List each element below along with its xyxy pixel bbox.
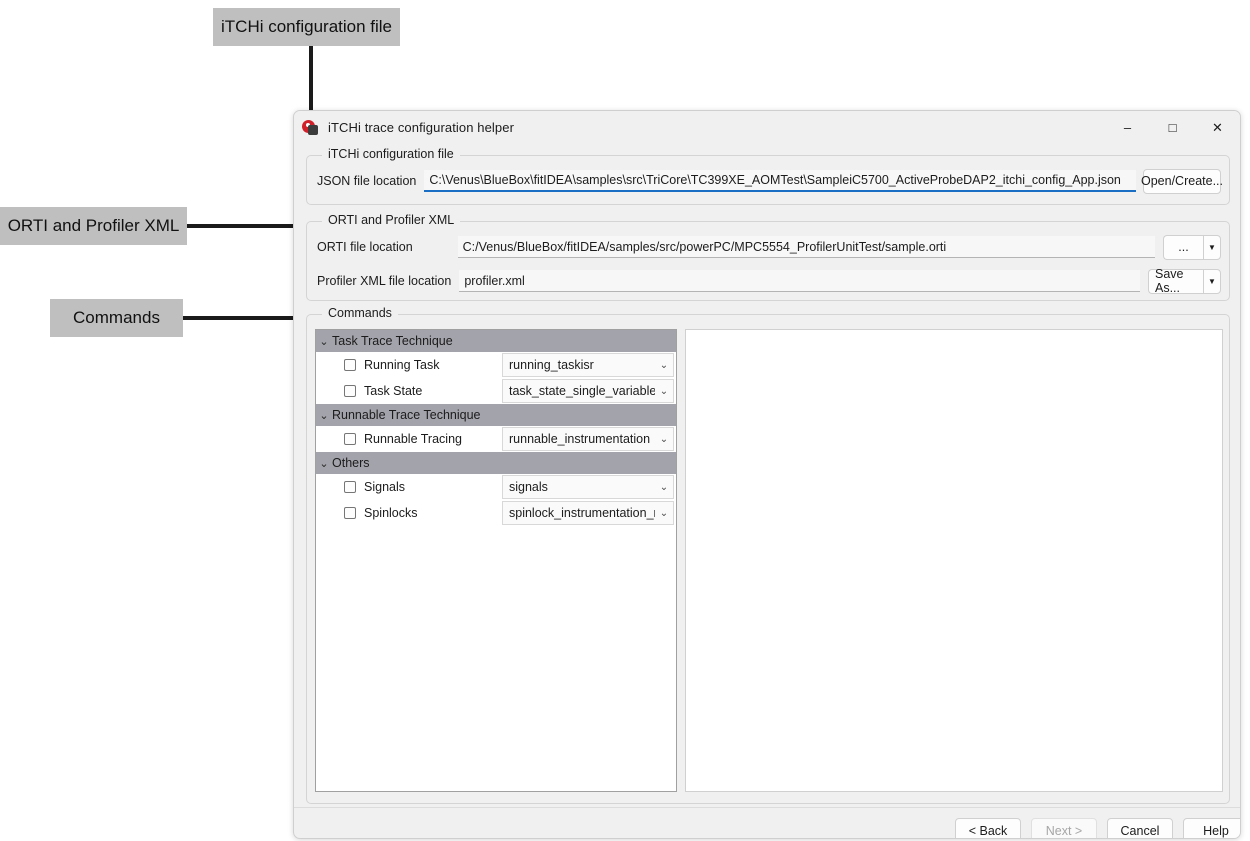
- tree-row[interactable]: Signals signals⌄: [316, 474, 676, 500]
- orti-file-row: ORTI file location ... ▼: [317, 236, 1221, 258]
- chevron-down-icon[interactable]: ⌄: [655, 434, 673, 445]
- tree-group-header[interactable]: ⌄Runnable Trace Technique: [316, 404, 676, 426]
- technique-dropdown[interactable]: running_taskisr⌄: [502, 353, 674, 377]
- json-file-row: JSON file location Open/Create...: [317, 170, 1221, 192]
- window-title: iTCHi trace configuration helper: [328, 120, 514, 135]
- tree-row-label: Task State: [364, 384, 422, 398]
- technique-dropdown[interactable]: signals⌄: [502, 475, 674, 499]
- tree-row-checkbox-area[interactable]: Running Task: [316, 358, 502, 372]
- tree-row[interactable]: Spinlocks spinlock_instrumentation_micros…: [316, 500, 676, 526]
- leader-line-commands: [183, 316, 311, 320]
- group-title-config: iTCHi configuration file: [322, 147, 460, 161]
- checkbox-running-task[interactable]: [344, 359, 356, 371]
- tree-row-checkbox-area[interactable]: Signals: [316, 480, 502, 494]
- callout-label: ORTI and Profiler XML: [8, 216, 180, 236]
- json-file-location-label: JSON file location: [317, 174, 416, 188]
- checkbox-spinlocks[interactable]: [344, 507, 356, 519]
- tree-row[interactable]: Task State task_state_single_variable⌄: [316, 378, 676, 404]
- tree-row-label: Running Task: [364, 358, 440, 372]
- orti-browse-button[interactable]: ...: [1163, 235, 1203, 260]
- chevron-down-icon[interactable]: ⌄: [316, 409, 332, 422]
- commands-detail-panel: [685, 329, 1223, 792]
- group-title-orti: ORTI and Profiler XML: [322, 213, 460, 227]
- orti-browse-split-button[interactable]: ... ▼: [1163, 235, 1221, 260]
- profiler-xml-row: Profiler XML file location Save As... ▼: [317, 270, 1221, 292]
- tree-row-label: Signals: [364, 480, 405, 494]
- footer-divider: [294, 807, 1240, 808]
- tree-group-header[interactable]: ⌄Task Trace Technique: [316, 330, 676, 352]
- tree-row-checkbox-area[interactable]: Task State: [316, 384, 502, 398]
- window-controls: – □ ✕: [1105, 111, 1240, 144]
- tree-group-header[interactable]: ⌄Others: [316, 452, 676, 474]
- chevron-down-icon[interactable]: ⌄: [655, 482, 673, 493]
- profiler-save-as-split-button[interactable]: Save As... ▼: [1148, 269, 1221, 294]
- technique-dropdown-value: running_taskisr: [509, 358, 655, 372]
- callout-commands: Commands: [50, 299, 183, 337]
- callout-label: Commands: [73, 308, 160, 328]
- group-title-commands: Commands: [322, 306, 398, 320]
- chevron-down-icon[interactable]: ⌄: [316, 457, 332, 470]
- profiler-xml-location-input[interactable]: [459, 270, 1140, 292]
- back-button[interactable]: < Back: [955, 818, 1021, 839]
- technique-dropdown-value: task_state_single_variable: [509, 384, 655, 398]
- profiler-save-as-button[interactable]: Save As...: [1148, 269, 1203, 294]
- maximize-button[interactable]: □: [1150, 111, 1195, 144]
- next-button: Next >: [1031, 818, 1097, 839]
- technique-dropdown-value: spinlock_instrumentation_microsar: [509, 506, 655, 520]
- orti-file-location-label: ORTI file location: [317, 240, 413, 254]
- open-create-button[interactable]: Open/Create...: [1143, 169, 1221, 194]
- checkbox-runnable-tracing[interactable]: [344, 433, 356, 445]
- chevron-down-icon[interactable]: ⌄: [655, 508, 673, 519]
- chevron-down-icon[interactable]: ⌄: [655, 386, 673, 397]
- technique-dropdown-value: signals: [509, 480, 655, 494]
- profiler-xml-location-label: Profiler XML file location: [317, 274, 451, 288]
- callout-label: iTCHi configuration file: [221, 17, 392, 37]
- technique-dropdown[interactable]: spinlock_instrumentation_microsar⌄: [502, 501, 674, 525]
- chevron-down-icon[interactable]: ⌄: [316, 335, 332, 348]
- tree-row[interactable]: Running Task running_taskisr⌄: [316, 352, 676, 378]
- json-file-location-input[interactable]: [424, 170, 1136, 192]
- tree-row-label: Runnable Tracing: [364, 432, 462, 446]
- tree-group-label: Others: [332, 456, 370, 470]
- tree-row-checkbox-area[interactable]: Spinlocks: [316, 506, 502, 520]
- commands-tree-panel[interactable]: ⌄Task Trace TechniqueRunning Taskrunning…: [315, 329, 677, 792]
- cancel-button[interactable]: Cancel: [1107, 818, 1173, 839]
- technique-dropdown[interactable]: task_state_single_variable⌄: [502, 379, 674, 403]
- tree-row-label: Spinlocks: [364, 506, 418, 520]
- checkbox-task-state[interactable]: [344, 385, 356, 397]
- help-button[interactable]: Help: [1183, 818, 1241, 839]
- callout-orti-and-profiler-xml: ORTI and Profiler XML: [0, 207, 187, 245]
- chevron-down-icon[interactable]: ⌄: [655, 360, 673, 371]
- group-orti-and-profiler-xml: ORTI and Profiler XML ORTI file location…: [306, 221, 1230, 301]
- technique-dropdown[interactable]: runnable_instrumentation⌄: [502, 427, 674, 451]
- tree-row-checkbox-area[interactable]: Runnable Tracing: [316, 432, 502, 446]
- tree-row[interactable]: Runnable Tracing runnable_instrumentation…: [316, 426, 676, 452]
- tree-group-label: Task Trace Technique: [332, 334, 453, 348]
- group-itchi-configuration-file: iTCHi configuration file JSON file locat…: [306, 155, 1230, 205]
- profiler-save-as-dropdown-arrow[interactable]: ▼: [1203, 269, 1221, 294]
- title-bar: iTCHi trace configuration helper – □ ✕: [294, 111, 1240, 144]
- minimize-button[interactable]: –: [1105, 111, 1150, 144]
- app-icon: [302, 119, 319, 136]
- technique-dropdown-value: runnable_instrumentation: [509, 432, 655, 446]
- dialog-footer-buttons: < Back Next > Cancel Help: [955, 818, 1241, 839]
- callout-itchi-configuration-file: iTCHi configuration file: [213, 8, 400, 46]
- itchi-dialog-window: iTCHi trace configuration helper – □ ✕ i…: [293, 110, 1241, 839]
- tree-group-label: Runnable Trace Technique: [332, 408, 481, 422]
- group-commands: Commands ⌄Task Trace TechniqueRunning Ta…: [306, 314, 1230, 804]
- checkbox-signals[interactable]: [344, 481, 356, 493]
- close-button[interactable]: ✕: [1195, 111, 1240, 144]
- orti-file-location-input[interactable]: [458, 236, 1155, 258]
- orti-browse-dropdown-arrow[interactable]: ▼: [1203, 235, 1221, 260]
